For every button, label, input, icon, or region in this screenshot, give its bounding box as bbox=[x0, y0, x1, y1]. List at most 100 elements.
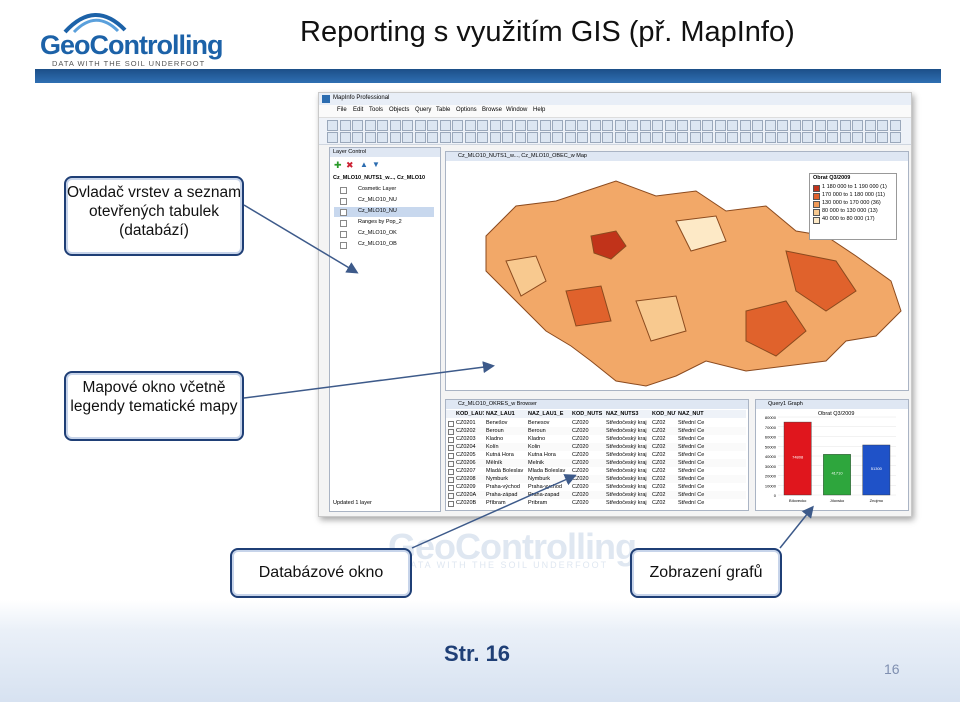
toolbar-button[interactable] bbox=[402, 120, 413, 131]
toolbar-button[interactable] bbox=[877, 120, 888, 131]
menu-item-browse[interactable]: Browse bbox=[482, 107, 502, 113]
toolbar-button[interactable] bbox=[414, 132, 426, 143]
layer-checkbox[interactable] bbox=[340, 220, 347, 227]
toolbar-button[interactable] bbox=[539, 132, 551, 143]
row-checkbox[interactable] bbox=[448, 501, 454, 507]
toolbar-button[interactable] bbox=[727, 120, 738, 131]
menu-item-file[interactable]: File bbox=[337, 107, 347, 113]
table-row[interactable]: CZ0201 Benešov Benesov CZ020 Středočeský kra… bbox=[446, 419, 746, 427]
toolbar-button[interactable] bbox=[327, 132, 338, 143]
toolbar-button[interactable] bbox=[777, 120, 788, 131]
add-layer-icon[interactable]: ✚ bbox=[334, 160, 342, 171]
table-row[interactable]: CZ020B Příbram Pribram CZ020 Středočeský kra… bbox=[446, 499, 746, 507]
toolbar-button[interactable] bbox=[389, 120, 401, 131]
toolbar-button[interactable] bbox=[377, 120, 388, 131]
table-header-row[interactable]: KOD_LAU1 NAZ_LAU1 NAZ_LAU1_E KOD_NUTS NAZ_NU… bbox=[446, 410, 746, 418]
toolbar-button[interactable] bbox=[552, 132, 563, 143]
menu-item-help[interactable]: Help bbox=[533, 107, 545, 113]
toolbar-button[interactable] bbox=[589, 120, 601, 131]
layer-checkbox[interactable] bbox=[340, 209, 347, 216]
toolbar-button[interactable] bbox=[614, 132, 626, 143]
toolbar-button[interactable] bbox=[577, 132, 588, 143]
toolbar-button[interactable] bbox=[514, 132, 526, 143]
toolbar-button[interactable] bbox=[652, 120, 663, 131]
toolbar-button[interactable] bbox=[514, 120, 526, 131]
toolbar-button[interactable] bbox=[627, 120, 638, 131]
toolbar-button[interactable] bbox=[339, 132, 351, 143]
toolbar-button[interactable] bbox=[552, 120, 563, 131]
toolbar-button[interactable] bbox=[714, 120, 726, 131]
toolbar-button[interactable] bbox=[327, 120, 338, 131]
toolbar-button[interactable] bbox=[814, 132, 826, 143]
table-row[interactable]: CZ020A Praha-západ Praha-zapad CZ020 Středoč… bbox=[446, 491, 746, 499]
toolbar-button[interactable] bbox=[489, 120, 501, 131]
toolbar-button[interactable] bbox=[527, 120, 538, 131]
layer-checkbox[interactable] bbox=[340, 198, 347, 205]
toolbar-button[interactable] bbox=[502, 132, 513, 143]
toolbar-button[interactable] bbox=[564, 132, 576, 143]
toolbar-button[interactable] bbox=[764, 120, 776, 131]
toolbar-button[interactable] bbox=[464, 120, 476, 131]
toolbar-button[interactable] bbox=[539, 120, 551, 131]
toolbar-button[interactable] bbox=[789, 132, 801, 143]
layer-row[interactable]: Cosmetic Layer bbox=[334, 185, 434, 195]
menu-item-edit[interactable]: Edit bbox=[353, 107, 363, 113]
toolbar-button[interactable] bbox=[639, 120, 651, 131]
menu-item-tools[interactable]: Tools bbox=[369, 107, 383, 113]
toolbar-button[interactable] bbox=[339, 120, 351, 131]
toolbar-button[interactable] bbox=[477, 132, 488, 143]
toolbar-button[interactable] bbox=[452, 132, 463, 143]
toolbar-button[interactable] bbox=[764, 132, 776, 143]
toolbar-button[interactable] bbox=[852, 132, 863, 143]
toolbar-button[interactable] bbox=[752, 132, 763, 143]
toolbar-button[interactable] bbox=[714, 132, 726, 143]
toolbar-button[interactable] bbox=[502, 120, 513, 131]
toolbar-button[interactable] bbox=[377, 132, 388, 143]
toolbar-button[interactable] bbox=[439, 132, 451, 143]
table-row[interactable]: CZ0202 Beroun Beroun CZ020 Středočeský kraj C… bbox=[446, 427, 746, 435]
toolbar-button[interactable] bbox=[802, 132, 813, 143]
toolbar-button[interactable] bbox=[777, 132, 788, 143]
toolbar-button[interactable] bbox=[364, 132, 376, 143]
toolbar-button[interactable] bbox=[489, 132, 501, 143]
menu-item-window[interactable]: Window bbox=[506, 107, 527, 113]
toolbar-button[interactable] bbox=[727, 132, 738, 143]
toolbar-button[interactable] bbox=[614, 120, 626, 131]
menu-item-objects[interactable]: Objects bbox=[389, 107, 409, 113]
toolbar-button[interactable] bbox=[564, 120, 576, 131]
table-row[interactable]: CZ0204 Kolín Kolin CZ020 Středočeský kraj CZ0… bbox=[446, 443, 746, 451]
menu-item-options[interactable]: Options bbox=[456, 107, 477, 113]
layer-row[interactable]: Ranges by Pop_2 bbox=[334, 218, 434, 228]
remove-layer-icon[interactable]: ✖ bbox=[346, 160, 354, 171]
toolbar-button[interactable] bbox=[814, 120, 826, 131]
toolbar-button[interactable] bbox=[889, 120, 901, 131]
toolbar-button[interactable] bbox=[889, 132, 901, 143]
toolbar-button[interactable] bbox=[864, 120, 876, 131]
table-row[interactable]: CZ0209 Praha-východ Praha-vychod CZ020 Střed… bbox=[446, 483, 746, 491]
toolbar-button[interactable] bbox=[389, 132, 401, 143]
toolbar-button[interactable] bbox=[827, 132, 838, 143]
move-down-icon[interactable]: ▼ bbox=[372, 160, 380, 169]
toolbar-button[interactable] bbox=[352, 120, 363, 131]
toolbar-button[interactable] bbox=[864, 132, 876, 143]
toolbar-button[interactable] bbox=[602, 120, 613, 131]
toolbar-button[interactable] bbox=[677, 132, 688, 143]
toolbar-button[interactable] bbox=[689, 120, 701, 131]
toolbar-button[interactable] bbox=[677, 120, 688, 131]
toolbar-button[interactable] bbox=[839, 132, 851, 143]
toolbar-button[interactable] bbox=[352, 132, 363, 143]
menu-item-query[interactable]: Query bbox=[415, 107, 431, 113]
toolbar-button[interactable] bbox=[839, 120, 851, 131]
toolbar-button[interactable] bbox=[402, 132, 413, 143]
layer-row[interactable]: Cz_MLO10_OB bbox=[334, 240, 434, 250]
toolbar-button[interactable] bbox=[702, 120, 713, 131]
toolbar-button[interactable] bbox=[464, 132, 476, 143]
toolbar-button[interactable] bbox=[789, 120, 801, 131]
toolbar-button[interactable] bbox=[627, 132, 638, 143]
toolbar-button[interactable] bbox=[452, 120, 463, 131]
toolbar-button[interactable] bbox=[664, 120, 676, 131]
toolbar-button[interactable] bbox=[877, 132, 888, 143]
toolbar-button[interactable] bbox=[689, 132, 701, 143]
layer-row[interactable]: Cz_MLO10_OK bbox=[334, 229, 434, 239]
toolbar-button[interactable] bbox=[427, 132, 438, 143]
